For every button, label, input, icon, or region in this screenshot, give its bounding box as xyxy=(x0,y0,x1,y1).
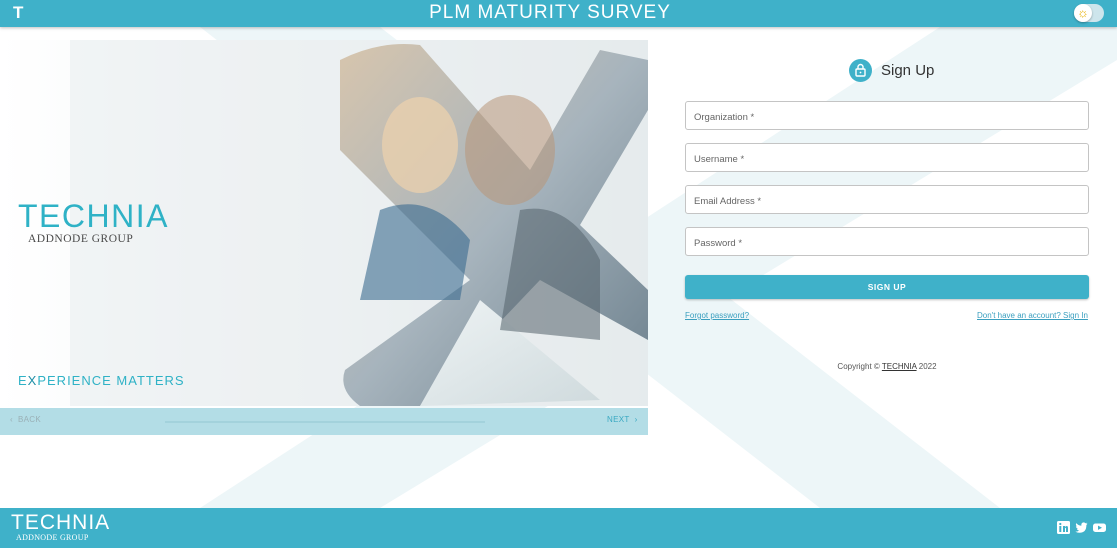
signup-title: Sign Up xyxy=(881,62,935,79)
sign-up-button[interactable]: SIGN UP xyxy=(685,275,1089,299)
forgot-password-link[interactable]: Forgot password? xyxy=(685,311,749,320)
page-title: PLM MATURITY SURVEY xyxy=(429,2,671,23)
organization-field[interactable]: Organization * xyxy=(685,101,1089,130)
app-header: T PLM MATURITY SURVEY ☼ xyxy=(0,0,1117,27)
carousel-stepper: ‹ BACK NEXT › xyxy=(0,408,648,435)
footer-logo[interactable]: TECHNIA xyxy=(11,511,110,535)
technia-logo: TECHNIA xyxy=(18,198,169,234)
password-label: Password * xyxy=(694,238,743,249)
youtube-icon[interactable] xyxy=(1093,521,1106,534)
copyright-brand-link[interactable]: TECHNIA xyxy=(882,362,917,371)
twitter-icon[interactable] xyxy=(1075,521,1088,534)
back-button[interactable]: ‹ BACK xyxy=(10,415,41,424)
addnode-group-label: ADDNODE GROUP xyxy=(28,233,134,245)
chevron-left-icon: ‹ xyxy=(10,415,13,424)
email-label: Email Address * xyxy=(694,196,762,207)
chevron-right-icon: › xyxy=(634,415,638,424)
next-button[interactable]: NEXT › xyxy=(607,415,638,424)
password-field[interactable]: Password * xyxy=(685,227,1089,256)
stepper-track xyxy=(165,421,485,423)
username-label: Username * xyxy=(694,154,745,165)
hero-image-panel: TECHNIA ADDNODE GROUP EXPERIENCE MATTERS xyxy=(0,40,648,406)
lock-icon xyxy=(849,59,872,82)
signup-heading: Sign Up xyxy=(849,59,1069,85)
sun-icon: ☼ xyxy=(1074,4,1092,22)
organization-label: Organization * xyxy=(694,112,755,123)
copyright: Copyright © TECHNIA 2022 xyxy=(837,362,937,371)
app-footer: TECHNIA ADDNODE GROUP xyxy=(0,508,1117,548)
email-field[interactable]: Email Address * xyxy=(685,185,1089,214)
footer-group-label: ADDNODE GROUP xyxy=(16,533,89,542)
username-field[interactable]: Username * xyxy=(685,143,1089,172)
tagline: EXPERIENCE MATTERS xyxy=(18,373,185,388)
linkedin-icon[interactable] xyxy=(1057,521,1070,534)
theme-toggle[interactable]: ☼ xyxy=(1074,4,1104,22)
sign-in-link[interactable]: Don't have an account? Sign In xyxy=(977,311,1088,320)
